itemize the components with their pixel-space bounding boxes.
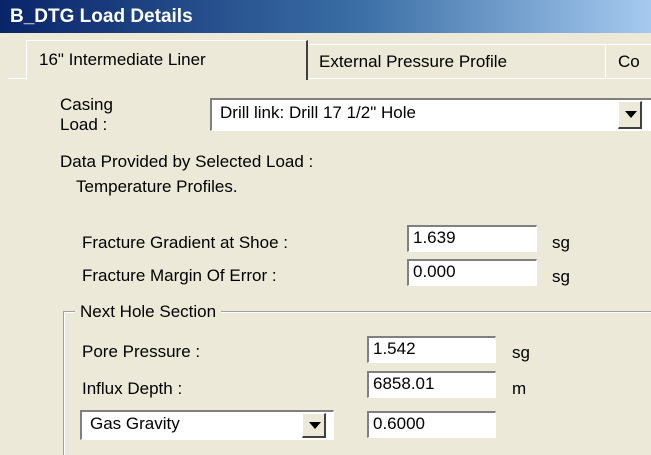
fracture-margin-label: Fracture Margin Of Error : [82,266,277,285]
load-details-window: B_DTG Load Details External Pressure Pro… [0,0,651,455]
pore-pressure-label: Pore Pressure : [82,342,201,361]
next-hole-section-title: Next Hole Section [75,302,222,322]
fracture-margin-input[interactable]: 0.000 [407,259,537,286]
tab-label: Co [618,52,640,71]
data-provided-heading: Data Provided by Selected Load : [60,152,314,171]
fracture-gradient-unit: sg [552,233,570,252]
chevron-down-icon[interactable] [302,413,326,438]
window-title: B_DTG Load Details [10,6,193,27]
influx-depth-input[interactable]: 6858.01 [367,371,496,398]
dropdown-arrow [625,111,637,118]
tab-label: External Pressure Profile [319,52,508,71]
fracture-gradient-label: Fracture Gradient at Shoe : [82,233,288,252]
fracture-margin-unit: sg [552,267,570,286]
fracture-gradient-input[interactable]: 1.639 [407,225,537,252]
gas-type-value: Gas Gravity [90,414,180,433]
tab-co[interactable]: Co [605,44,651,78]
pore-pressure-input[interactable]: 1.542 [367,336,496,363]
casing-load-select[interactable]: Drill link: Drill 17 1/2" Hole [210,98,651,131]
influx-depth-label: Influx Depth : [82,379,183,398]
tab-16-intermediate-liner[interactable]: 16" Intermediate Liner [26,40,308,80]
tab-external-pressure-profile[interactable]: External Pressure Profile [306,44,606,78]
data-provided-detail: Temperature Profiles. [76,177,238,196]
window-title-bar[interactable]: B_DTG Load Details [0,0,651,33]
influx-depth-unit: m [512,379,527,398]
gas-type-select[interactable]: Gas Gravity [80,410,334,440]
pore-pressure-unit: sg [512,343,530,362]
casing-load-value: Drill link: Drill 17 1/2" Hole [220,103,416,122]
tab-label: 16" Intermediate Liner [39,50,206,69]
casing-load-label-line2: Load : [60,115,108,134]
casing-load-label-line1: Casing [60,95,113,114]
dropdown-arrow [309,422,321,429]
chevron-down-icon[interactable] [618,101,642,129]
gas-gravity-input[interactable]: 0.6000 [367,411,496,438]
